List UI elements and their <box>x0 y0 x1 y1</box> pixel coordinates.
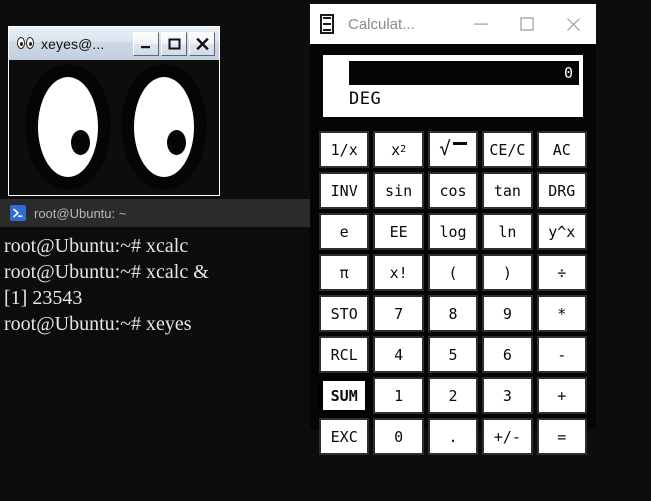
key-3[interactable]: 3 <box>482 377 533 414</box>
terminal-titlebar[interactable]: root@Ubuntu: ~ <box>0 199 330 227</box>
key-9[interactable]: 9 <box>482 295 533 332</box>
display-mode-label: DEG <box>349 89 382 109</box>
key-add[interactable]: + <box>536 377 587 414</box>
key-ee[interactable]: EE <box>373 213 424 250</box>
key-0[interactable]: 0 <box>373 418 424 455</box>
calculator-body: 0 DEG 1/x x 2 √ CE/C AC INV sin cos tan DRG e EE log l… <box>310 44 596 455</box>
xeyes-canvas <box>8 60 220 196</box>
xeyes-maximize-button[interactable] <box>161 31 187 56</box>
xeyes-close-button[interactable] <box>189 31 215 56</box>
key-clear-entry[interactable]: CE/C <box>482 131 533 168</box>
pupil-right <box>167 130 186 155</box>
desktop-background: xeyes@... root@Ubuntu: ~ root@Ubuntu:~# … <box>0 0 651 501</box>
key-factorial[interactable]: x! <box>373 254 424 291</box>
key-inverse[interactable]: INV <box>319 172 370 209</box>
key-log[interactable]: log <box>427 213 479 250</box>
key-pi[interactable]: π <box>319 254 370 291</box>
key-open-paren[interactable]: ( <box>427 254 479 291</box>
key-sum[interactable]: SUM <box>319 377 370 414</box>
pupil-left <box>71 130 90 155</box>
calculator-title-label: Calculat... <box>348 15 415 33</box>
calculator-close-button[interactable] <box>550 4 596 44</box>
key-power[interactable]: y^x <box>536 213 587 250</box>
display-value: 0 <box>349 59 579 85</box>
terminal-line: root@Ubuntu:~# xcalc & <box>4 261 209 283</box>
eye-right <box>121 64 207 190</box>
key-ln[interactable]: ln <box>482 213 533 250</box>
key-sin[interactable]: sin <box>373 172 424 209</box>
eye-left <box>25 64 111 190</box>
eyes-icon <box>17 37 34 50</box>
key-decimal[interactable]: . <box>427 418 479 455</box>
terminal-line: root@Ubuntu:~# xcalc <box>4 235 189 257</box>
key-square[interactable]: x2 <box>373 131 424 168</box>
calculator-keypad: 1/x x 2 √ CE/C AC INV sin cos tan DRG e EE log ln y^x π x… <box>319 131 587 455</box>
key-6[interactable]: 6 <box>482 336 533 373</box>
terminal-line: [1] 23543 <box>4 287 83 309</box>
key-cos[interactable]: cos <box>427 172 479 209</box>
key-square-root[interactable]: √ <box>427 131 479 168</box>
display-notch <box>327 59 349 85</box>
key-sign[interactable]: +/- <box>482 418 533 455</box>
key-8[interactable]: 8 <box>427 295 479 332</box>
terminal-title-label: root@Ubuntu: ~ <box>34 205 127 221</box>
terminal-line: root@Ubuntu:~# xeyes <box>4 313 192 335</box>
key-2[interactable]: 2 <box>427 377 479 414</box>
calculator-minimize-button[interactable] <box>458 4 504 44</box>
key-reciprocal[interactable]: 1/x <box>319 131 370 168</box>
terminal-window: root@Ubuntu: ~ root@Ubuntu:~# xcalc root… <box>0 199 330 501</box>
calculator-maximize-button[interactable] <box>504 4 550 44</box>
key-7[interactable]: 7 <box>373 295 424 332</box>
calculator-icon <box>320 14 334 34</box>
key-store[interactable]: STO <box>319 295 370 332</box>
calculator-window: Calculat... 0 DEG 1/x x 2 √ CE/C AC INV … <box>310 4 596 455</box>
key-drg[interactable]: DRG <box>536 172 587 209</box>
xeyes-title-label: xeyes@... <box>41 35 105 52</box>
terminal-prompt-icon <box>10 205 26 221</box>
key-exchange[interactable]: EXC <box>319 418 370 455</box>
calculator-display: 0 DEG <box>319 53 587 123</box>
key-4[interactable]: 4 <box>373 336 424 373</box>
key-equals[interactable]: = <box>536 418 587 455</box>
key-subtract[interactable]: - <box>536 336 587 373</box>
key-all-clear[interactable]: AC <box>536 131 587 168</box>
calculator-titlebar[interactable]: Calculat... <box>310 4 596 44</box>
key-divide[interactable]: ÷ <box>536 254 587 291</box>
key-5[interactable]: 5 <box>427 336 479 373</box>
key-tan[interactable]: tan <box>482 172 533 209</box>
key-close-paren[interactable]: ) <box>482 254 533 291</box>
key-multiply[interactable]: * <box>536 295 587 332</box>
key-e[interactable]: e <box>319 213 370 250</box>
xeyes-titlebar[interactable]: xeyes@... <box>8 26 220 60</box>
xeyes-minimize-button[interactable] <box>133 31 159 56</box>
xeyes-window: xeyes@... <box>8 26 220 196</box>
terminal-output[interactable]: root@Ubuntu:~# xcalc root@Ubuntu:~# xcal… <box>0 227 330 501</box>
key-recall[interactable]: RCL <box>319 336 370 373</box>
key-1[interactable]: 1 <box>373 377 424 414</box>
